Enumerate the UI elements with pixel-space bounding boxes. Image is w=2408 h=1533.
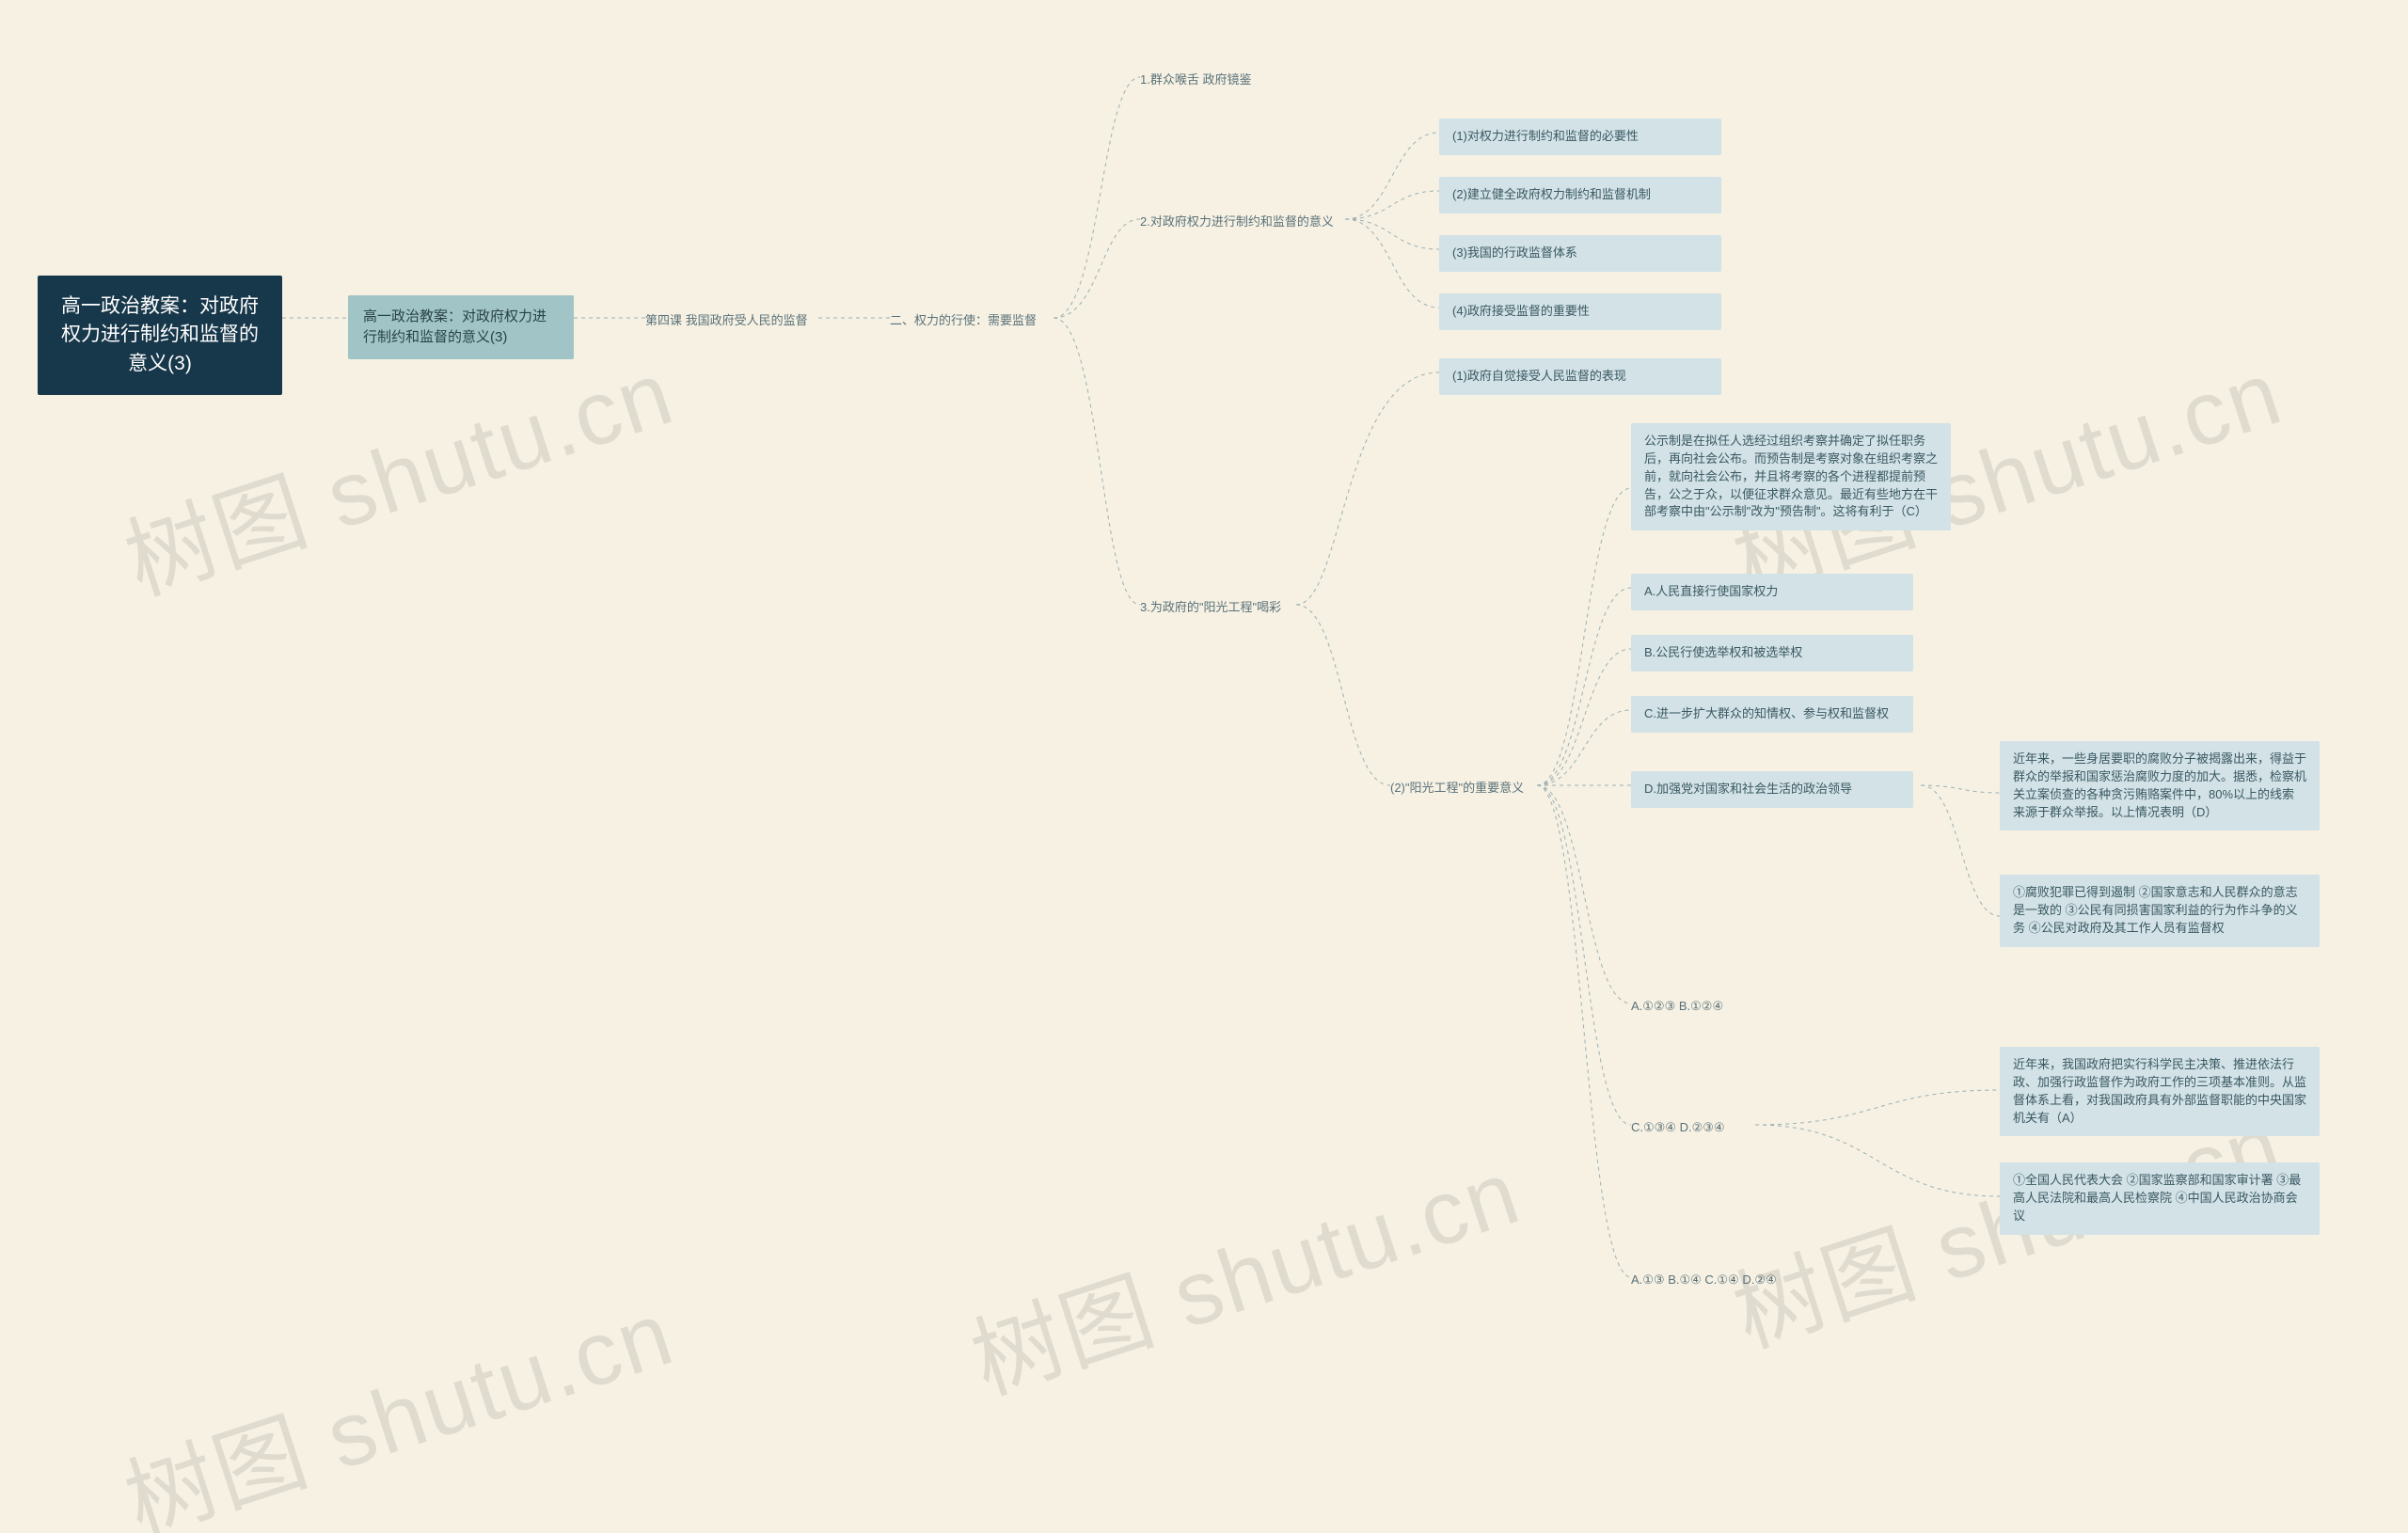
node-s3-c1[interactable]: (1)政府自觉接受人民监督的表现 [1439,358,1721,395]
node-q2-row2[interactable]: C.①③④ D.②③④ [1631,1117,1725,1139]
node-s3-c2[interactable]: (2)"阳光工程"的重要意义 [1390,778,1524,799]
node-q2-opts[interactable]: ①腐败犯罪已得到遏制 ②国家意志和人民群众的意志是一致的 ③公民有同损害国家利益… [2000,875,2320,947]
node-q3-opts[interactable]: ①全国人民代表大会 ②国家监察部和国家审计署 ③最高人民法院和最高人民检察院 ④… [2000,1162,2320,1235]
node-q3-row[interactable]: A.①③ B.①④ C.①④ D.②④ [1631,1270,1777,1291]
node-s2-c4[interactable]: (4)政府接受监督的重要性 [1439,293,1721,330]
node-q2-row1[interactable]: A.①②③ B.①②④ [1631,996,1723,1018]
node-q1-optA[interactable]: A.人民直接行使国家权力 [1631,574,1913,610]
node-s2-c3[interactable]: (3)我国的行政监督体系 [1439,235,1721,272]
node-s2-c1[interactable]: (1)对权力进行制约和监督的必要性 [1439,119,1721,155]
node-q2-stem[interactable]: 近年来，一些身居要职的腐败分子被揭露出来，得益于群众的举报和国家惩治腐败力度的加… [2000,741,2320,830]
node-s3[interactable]: 3.为政府的"阳光工程"喝彩 [1140,597,1281,619]
node-s2[interactable]: 2.对政府权力进行制约和监督的意义 [1140,212,1334,233]
node-chapter[interactable]: 第四课 我国政府受人民的监督 [645,310,808,332]
node-s2-c2[interactable]: (2)建立健全政府权力制约和监督机制 [1439,177,1721,213]
node-q1-optD[interactable]: D.加强党对国家和社会生活的政治领导 [1631,771,1913,808]
node-q3-stem[interactable]: 近年来，我国政府把实行科学民主决策、推进依法行政、加强行政监督作为政府工作的三项… [2000,1047,2320,1136]
watermark: 树图 shutu.cn [953,1119,1533,1419]
mindmap-canvas: 树图 shutu.cn 树图 shutu.cn 树图 shutu.cn 树图 s… [0,0,2408,1533]
node-s1[interactable]: 1.群众喉舌 政府镜鉴 [1140,70,1251,91]
node-q1-optB[interactable]: B.公民行使选举权和被选举权 [1631,635,1913,672]
watermark: 树图 shutu.cn [106,1260,687,1533]
root-node[interactable]: 高一政治教案：对政府权力进行制约和监督的意义(3) [38,276,282,395]
node-section-2[interactable]: 二、权力的行使：需要监督 [890,310,1037,332]
node-q1-stem[interactable]: 公示制是在拟任人选经过组织考察并确定了拟任职务后，再向社会公布。而预告制是考察对… [1631,423,1951,530]
node-q1-optC[interactable]: C.进一步扩大群众的知情权、参与权和监督权 [1631,696,1913,733]
node-lesson-title[interactable]: 高一政治教案：对政府权力进行制约和监督的意义(3) [348,295,574,359]
